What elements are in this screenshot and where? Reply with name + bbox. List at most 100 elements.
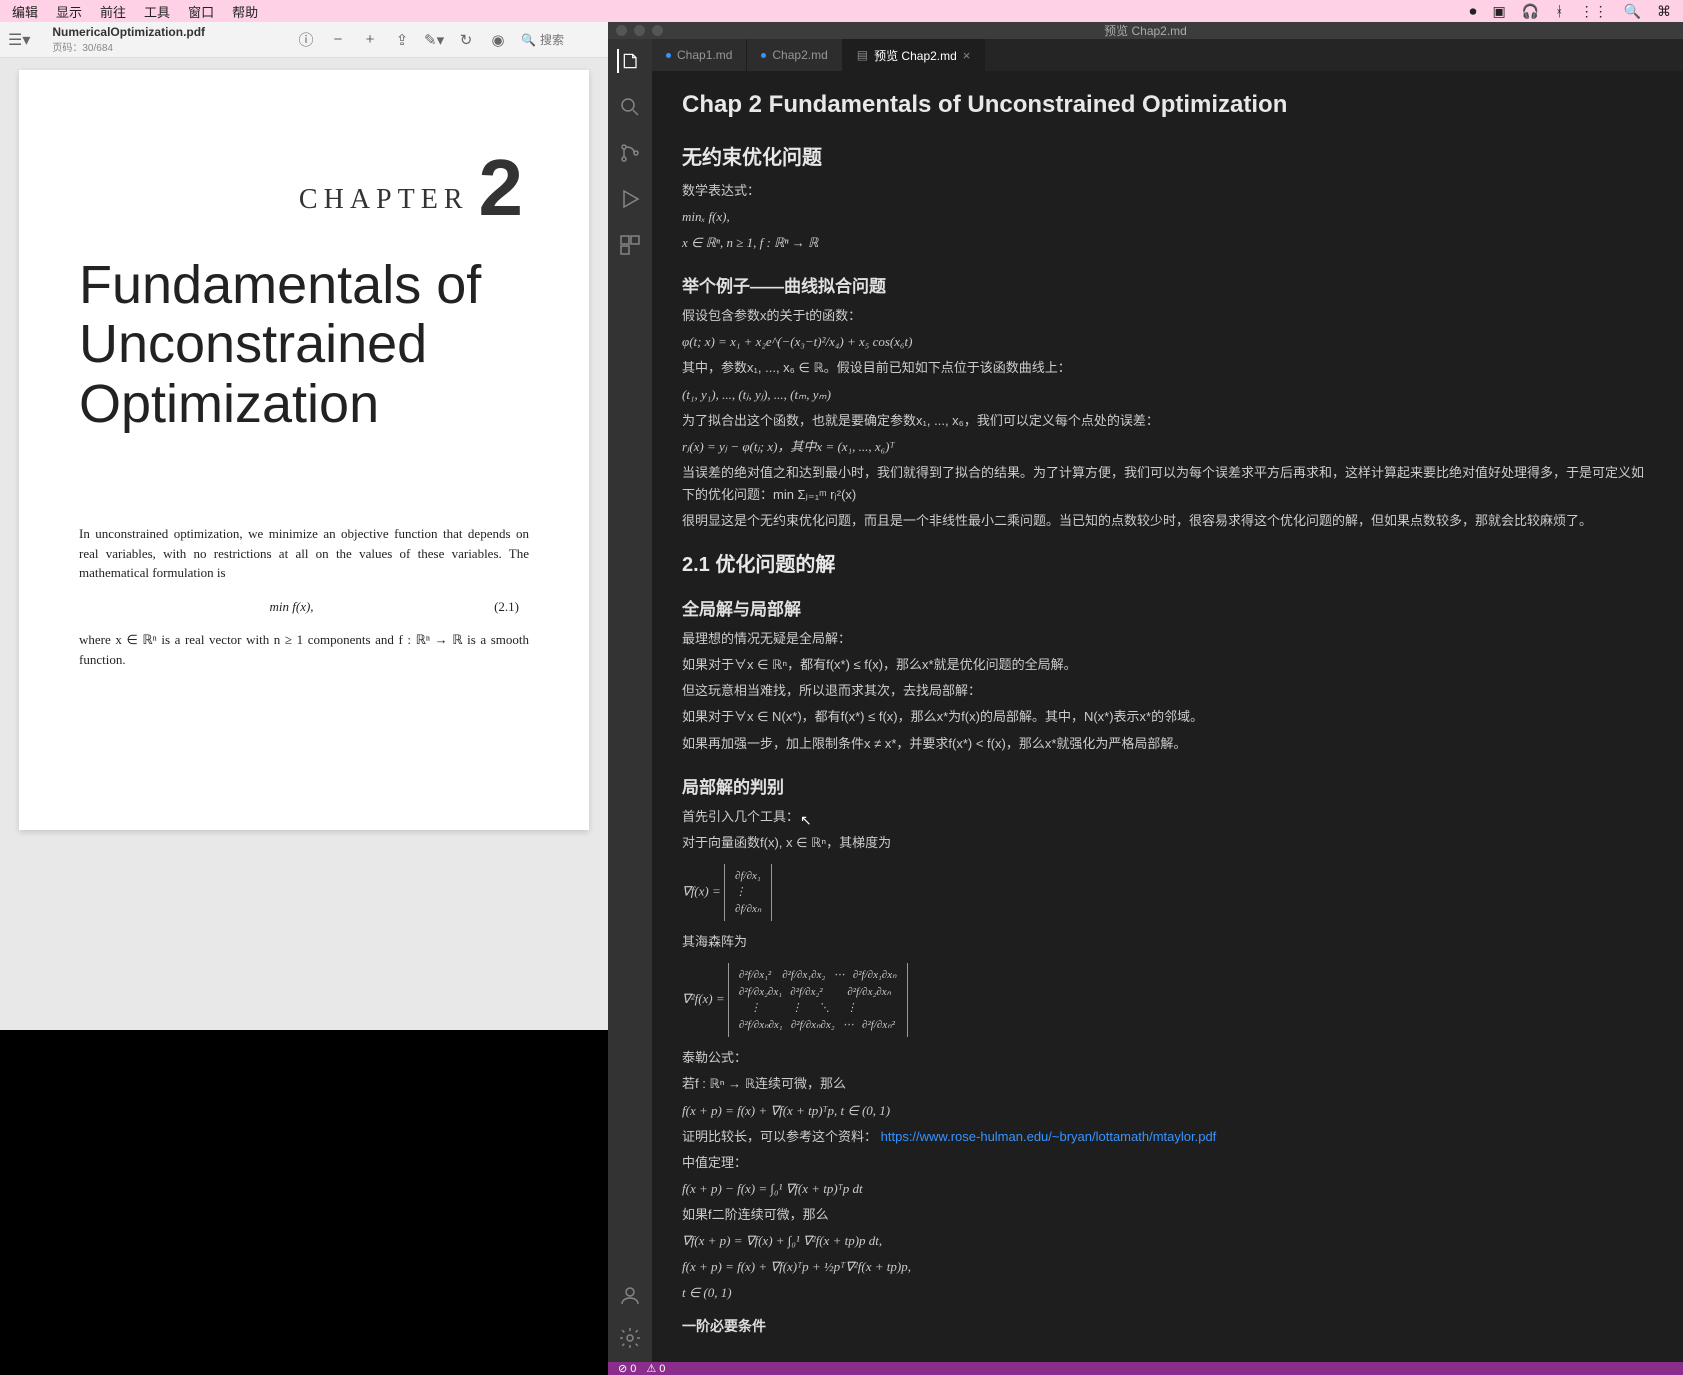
tab-label: Chap1.md [677,48,732,62]
editor-tabs: Chap1.md Chap2.md ▤ 预览 Chap2.md × [652,39,1683,71]
zoom-out-icon[interactable]: − [329,31,347,49]
p-proof: 证明比较长，可以参考这个资料： https://www.rose-hulman.… [682,1126,1653,1148]
menu-tools[interactable]: 工具 [144,2,170,21]
p-ideal: 最理想的情况无疑是全局解： [682,628,1653,650]
math-points: (t₁, y₁), ..., (tⱼ, yⱼ), ..., (tₘ, yₘ) [682,384,1653,406]
markdown-preview[interactable]: Chap 2 Fundamentals of Unconstrained Opt… [652,71,1683,1362]
explorer-icon[interactable] [617,49,641,73]
close-light[interactable] [616,25,627,36]
eq-text: min f(x), [270,599,314,614]
tab-chap2[interactable]: Chap2.md [747,39,842,71]
chapter-number: 2 [479,160,530,216]
h2-solution: 2.1 优化问题的解 [682,548,1653,577]
tab-label: 预览 Chap2.md [874,47,957,64]
pdf-title-area: NumericalOptimization.pdf 页码：30/684 [40,25,287,54]
menu-edit[interactable]: 编辑 [12,2,38,21]
sidebar-toggle-icon[interactable]: ☰▾ [8,30,30,50]
pdf-tool-icons: ⓘ − + ⇪ ✎▾ ↻ ◉ 🔍 [297,31,600,49]
p-global: 如果对于∀x ∈ ℝⁿ，都有f(x*) ≤ f(x)，那么x*就是优化问题的全局… [682,654,1653,676]
preview-icon: ▤ [857,48,868,62]
bluetooth-icon[interactable]: ᚼ [1555,3,1563,19]
chapter-word: CHAPTER [299,184,469,216]
zoom-light[interactable] [652,25,663,36]
math-t2c: t ∈ (0, 1) [682,1282,1653,1304]
math-t2b: f(x + p) = f(x) + ∇f(x)ᵀp + ½pᵀ∇²f(x + t… [682,1256,1653,1278]
h2-unconstrained: 无约束优化问题 [682,141,1653,170]
vscode-body: Chap1.md Chap2.md ▤ 预览 Chap2.md × Chap 2 F… [608,39,1683,1362]
traffic-lights[interactable] [616,25,663,36]
menu-window[interactable]: 窗口 [188,2,214,21]
status-errors[interactable]: ⊘ 0 [618,1362,636,1375]
search-activity-icon[interactable] [618,95,642,119]
tab-preview-chap2[interactable]: ▤ 预览 Chap2.md × [843,39,986,71]
source-control-icon[interactable] [618,141,642,165]
pdf-search-input[interactable] [540,33,600,47]
grad-matrix: ∇f(x) = ∂f/∂x₁⋮∂f/∂xₙ [682,858,1653,928]
math-rj: rⱼ(x) = yⱼ − φ(tⱼ; x)，其中x = (x₁, ..., x₆… [682,436,1653,458]
minimize-light[interactable] [634,25,645,36]
pdf-page: CHAPTER 2 Fundamentals of Unconstrained … [19,70,589,830]
h3-example: 举个例子——曲线拟合问题 [682,272,1653,297]
screenshare-icon[interactable]: ▣ [1492,3,1505,20]
math-mean: f(x + p) − f(x) = ∫₀¹ ∇f(x + tp)ᵀp dt [682,1178,1653,1200]
close-tab-icon[interactable]: × [963,48,971,63]
menu-help[interactable]: 帮助 [232,2,258,21]
search-glass-icon: 🔍 [521,33,536,47]
tab-label: Chap2.md [772,48,827,62]
chapter-title: Fundamentals of Unconstrained Optimizati… [79,256,529,434]
info-icon[interactable]: ⓘ [297,31,315,49]
pdf-equation-2-1: min f(x), (2.1) [79,597,529,617]
hess-matrix: ∇²f(x) = ∂²f/∂x₁² ∂²f/∂x₁∂x₂ ⋯ ∂²f/∂x₁∂x… [682,957,1653,1043]
macos-menubar: 编辑 显示 前往 工具 窗口 帮助 ⏺ ▣ 🎧 ᚼ ⋮⋮ 🔍 ⌘ [0,0,1683,22]
menu-view[interactable]: 显示 [56,2,82,21]
h3-judge: 局部解的判别 [682,773,1653,798]
p-sumsq: 当误差的绝对值之和达到最小时，我们就得到了拟合的结果。为了计算方便，我们可以为每… [682,462,1653,506]
vscode-window: 预览 Chap2.md Chap1.md Chap2.md ▤ 预览 Chap2.… [608,22,1683,1030]
accounts-icon[interactable] [618,1284,642,1308]
pdf-para2: where x ∈ ℝⁿ is a real vector with n ≥ 1… [79,630,529,669]
math-t2a: ∇f(x + p) = ∇f(x) + ∫₀¹ ∇²f(x + tp)p dt, [682,1230,1653,1252]
zoom-in-icon[interactable]: + [361,31,379,49]
preview-h1: Chap 2 Fundamentals of Unconstrained Opt… [682,91,1653,119]
h3-global-local: 全局解与局部解 [682,595,1653,620]
status-bar: ⊘ 0 ⚠ 0 [608,1362,1683,1375]
p-taylor-label: 泰勒公式： [682,1047,1653,1069]
rotate-icon[interactable]: ↻ [457,31,475,49]
settings-gear-icon[interactable] [618,1326,642,1350]
p-ex2: 其中，参数x₁, ..., x₆ ∈ ℝ。假设目前已知如下点位于该函数曲线上： [682,357,1653,379]
p-taylor2: 如果f二阶连续可微，那么 [682,1204,1653,1226]
editor-area: Chap1.md Chap2.md ▤ 预览 Chap2.md × Chap 2 F… [652,39,1683,1362]
pdf-viewport[interactable]: CHAPTER 2 Fundamentals of Unconstrained … [0,58,608,1030]
pdf-body: In unconstrained optimization, we minimi… [79,524,529,669]
control-center-icon[interactable]: ⌘ [1657,3,1671,20]
menubar-right: ⏺ ▣ 🎧 ᚼ ⋮⋮ 🔍 ⌘ [1469,3,1671,20]
window-title: 预览 Chap2.md [1104,22,1187,39]
annotate-icon[interactable]: ✎▾ [425,31,443,49]
wifi-icon[interactable]: ⋮⋮ [1580,3,1608,20]
proof-link[interactable]: https://www.rose-hulman.edu/~bryan/lotta… [881,1129,1217,1144]
record-icon[interactable]: ⏺ [1469,3,1476,20]
p-taylor1: 若f : ℝⁿ → ℝ连续可微，那么 [682,1073,1653,1095]
pdf-viewer-window: ☰▾ NumericalOptimization.pdf 页码：30/684 ⓘ… [0,22,608,1030]
headphones-icon[interactable]: 🎧 [1522,3,1539,20]
status-warnings[interactable]: ⚠ 0 [646,1362,665,1375]
markdown-icon [666,53,671,58]
share-icon[interactable]: ⇪ [393,31,411,49]
search-icon[interactable]: 🔍 [1624,3,1641,20]
activity-bar [608,39,652,1362]
menubar-left: 编辑 显示 前往 工具 窗口 帮助 [12,2,258,21]
math-taylor: f(x + p) = f(x) + ∇f(x + tp)ᵀp, t ∈ (0, … [682,1100,1653,1122]
tab-chap1[interactable]: Chap1.md [652,39,747,71]
menu-go[interactable]: 前往 [100,2,126,21]
extensions-icon[interactable] [618,233,642,257]
run-debug-icon[interactable] [618,187,642,211]
eq-label: (2.1) [494,597,519,617]
math-min: minₓ f(x), [682,206,1653,228]
marker-icon[interactable]: ◉ [489,31,507,49]
pdf-filename: NumericalOptimization.pdf [52,25,287,39]
pdf-para1: In unconstrained optimization, we minimi… [79,524,529,583]
math-phi: φ(t; x) = x₁ + x₂e^(−(x₃−t)²/x₄) + x₅ co… [682,331,1653,353]
p-mean-label: 中值定理： [682,1152,1653,1174]
p-grad-label: 对于向量函数f(x), x ∈ ℝⁿ，其梯度为 [682,832,1653,854]
pdf-search[interactable]: 🔍 [521,33,600,47]
